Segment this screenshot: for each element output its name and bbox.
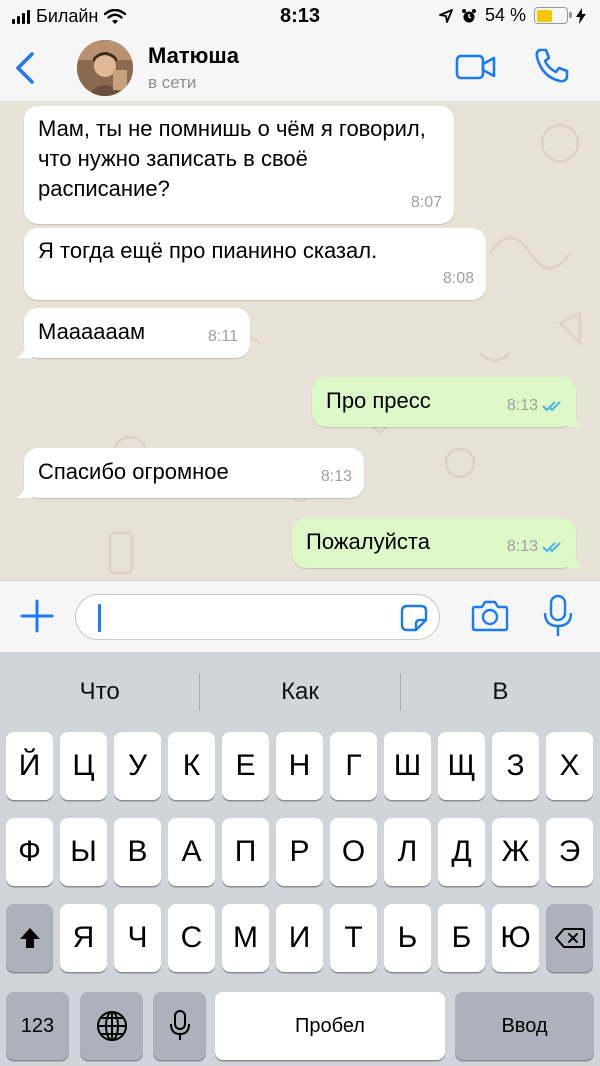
message-input[interactable] bbox=[75, 594, 440, 640]
input-bar bbox=[0, 580, 600, 652]
microphone-icon[interactable] bbox=[540, 593, 576, 639]
location-icon bbox=[439, 8, 453, 23]
shift-key[interactable] bbox=[6, 904, 53, 972]
double-check-icon bbox=[542, 401, 561, 412]
shift-icon bbox=[19, 928, 40, 948]
outgoing-message[interactable]: Про пресс 8:13 bbox=[312, 377, 584, 427]
camera-icon[interactable] bbox=[470, 597, 510, 635]
incoming-message[interactable]: Я тогда ещё про пианино сказал. 8:08 bbox=[24, 228, 486, 300]
message-time: 8:07 bbox=[410, 194, 442, 211]
incoming-message[interactable]: Мам, ты не помнишь о чём я говорил, что … bbox=[24, 106, 454, 224]
text-cursor bbox=[98, 604, 101, 632]
bubble-tail bbox=[16, 342, 32, 358]
key[interactable]: Т bbox=[330, 904, 377, 972]
numbers-key[interactable]: 123 bbox=[6, 992, 69, 1060]
backspace-key[interactable] bbox=[546, 904, 593, 972]
bubble-tail bbox=[568, 552, 584, 568]
globe-icon bbox=[96, 1011, 127, 1041]
key[interactable]: Л bbox=[384, 818, 431, 886]
plus-icon[interactable] bbox=[18, 597, 56, 635]
key[interactable]: У bbox=[114, 732, 161, 800]
key[interactable]: К bbox=[168, 732, 215, 800]
message-text: Маааааам bbox=[38, 319, 146, 344]
alarm-icon bbox=[461, 8, 476, 22]
contact-name[interactable]: Матюша bbox=[148, 43, 239, 69]
chevron-left-icon[interactable] bbox=[10, 48, 40, 88]
key[interactable]: А bbox=[168, 818, 215, 886]
key[interactable]: Ю bbox=[492, 904, 539, 972]
key[interactable]: Р bbox=[276, 818, 323, 886]
message-text: Мам, ты не помнишь о чём я говорил, что … bbox=[38, 116, 426, 201]
message-time: 8:13 bbox=[320, 468, 352, 485]
bubble-tail bbox=[568, 411, 584, 427]
message-text: Я тогда ещё про пианино сказал. bbox=[38, 238, 378, 263]
avatar[interactable] bbox=[77, 40, 133, 96]
key[interactable]: Д bbox=[438, 818, 485, 886]
key[interactable]: Е bbox=[222, 732, 269, 800]
bubble-tail bbox=[16, 482, 32, 498]
key[interactable]: Я bbox=[60, 904, 107, 972]
key[interactable]: Ш bbox=[384, 732, 431, 800]
key[interactable]: О bbox=[330, 818, 377, 886]
key[interactable]: И bbox=[276, 904, 323, 972]
status-bar: Билайн 8:13 54 % bbox=[0, 0, 600, 34]
sticker-icon[interactable] bbox=[399, 603, 429, 633]
key[interactable]: Ц bbox=[60, 732, 107, 800]
suggestion-bar: Что Как В bbox=[0, 652, 600, 732]
key[interactable]: М bbox=[222, 904, 269, 972]
key[interactable]: Б bbox=[438, 904, 485, 972]
suggestion[interactable]: В bbox=[401, 652, 600, 732]
message-time: 8:11 bbox=[208, 328, 238, 345]
dictation-key[interactable] bbox=[153, 992, 206, 1060]
message-time: 8:08 bbox=[442, 270, 474, 287]
key[interactable]: Г bbox=[330, 732, 377, 800]
key[interactable]: З bbox=[492, 732, 539, 800]
chat-header: Матюша в сети bbox=[0, 34, 600, 102]
incoming-message[interactable]: Спасибо огромное 8:13 bbox=[16, 448, 364, 498]
key[interactable]: Ж bbox=[492, 818, 539, 886]
suggestion[interactable]: Что bbox=[0, 652, 199, 732]
incoming-message[interactable]: Маааааам 8:11 bbox=[16, 308, 250, 358]
key[interactable]: Й bbox=[6, 732, 53, 800]
key[interactable]: В bbox=[114, 818, 161, 886]
key[interactable]: Н bbox=[276, 732, 323, 800]
key[interactable]: Ч bbox=[114, 904, 161, 972]
globe-key[interactable] bbox=[80, 992, 143, 1060]
contact-status: в сети bbox=[148, 73, 197, 92]
double-check-icon bbox=[542, 542, 561, 553]
keyboard: Что Как В Й Ц У К Е Н Г Ш Щ З Х Ф Ы В А … bbox=[0, 652, 600, 1066]
backspace-icon bbox=[554, 928, 585, 948]
key[interactable]: Щ bbox=[438, 732, 485, 800]
chat-area[interactable]: Мам, ты не помнишь о чём я говорил, что … bbox=[0, 103, 600, 580]
key[interactable]: Э bbox=[546, 818, 593, 886]
message-text: Спасибо огромное bbox=[38, 459, 229, 484]
outgoing-message[interactable]: Пожалуйста 8:13 bbox=[292, 518, 584, 568]
return-key[interactable]: Ввод bbox=[455, 992, 594, 1060]
battery-icon bbox=[534, 7, 572, 24]
video-icon[interactable] bbox=[454, 50, 498, 84]
suggestion[interactable]: Как bbox=[200, 652, 399, 732]
battery-percent: 54 % bbox=[484, 5, 526, 25]
microphone-icon bbox=[169, 1010, 190, 1040]
charging-icon bbox=[576, 7, 586, 24]
message-time: 8:13 bbox=[506, 397, 538, 414]
key[interactable]: Ь bbox=[384, 904, 431, 972]
key[interactable]: Ы bbox=[60, 818, 107, 886]
message-time: 8:13 bbox=[506, 538, 538, 555]
key[interactable]: П bbox=[222, 818, 269, 886]
space-key[interactable]: Пробел bbox=[215, 992, 445, 1060]
key[interactable]: Х bbox=[546, 732, 593, 800]
phone-icon[interactable] bbox=[530, 44, 574, 88]
key[interactable]: Ф bbox=[6, 818, 53, 886]
key[interactable]: С bbox=[168, 904, 215, 972]
